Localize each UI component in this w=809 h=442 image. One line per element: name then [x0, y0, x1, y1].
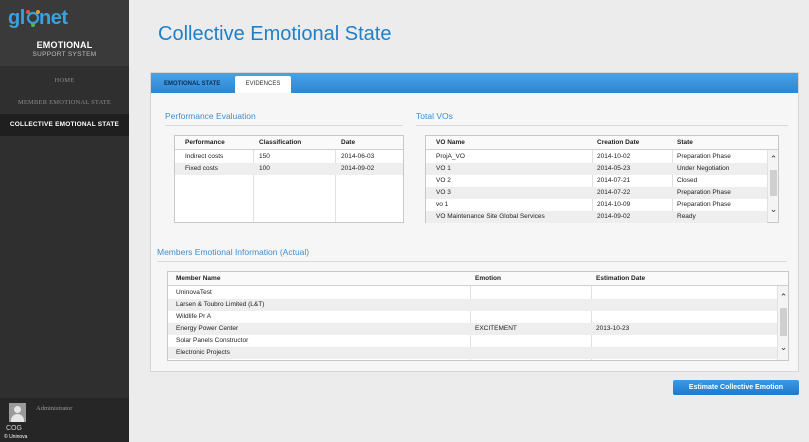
cell-member-name: Larsen & Toubro Limited (L&T) — [176, 301, 265, 308]
cell-date: 2014-06-03 — [341, 153, 375, 160]
column-header-vo-name[interactable]: VO Name — [436, 136, 465, 150]
table-row[interactable]: Indirect costs 150 2014-06-03 — [175, 151, 403, 163]
divider — [157, 261, 787, 262]
column-header-emotion[interactable]: Emotion — [475, 272, 501, 286]
cell-vo-name: VO 1 — [436, 165, 451, 172]
cell-member-name: UninovaTest — [176, 289, 212, 296]
scrollbar-thumb[interactable] — [780, 308, 787, 336]
column-header-performance[interactable]: Performance — [185, 136, 225, 150]
cell-vo-name: ProjA_VO — [436, 153, 465, 160]
svg-text:gl: gl — [8, 7, 25, 29]
chevron-up-icon[interactable]: ⌃ — [778, 294, 789, 303]
table-row[interactable]: ProjA_VO 2014-10-02 Preparation Phase — [426, 151, 767, 163]
vos-table: VO Name Creation Date State ProjA_VO 201… — [425, 135, 779, 223]
cell-creation-date: 2014-05-23 — [597, 165, 631, 172]
sidebar-item-collective-emotional-state[interactable]: COLLECTIVE EMOTIONAL STATE — [0, 114, 129, 136]
table-row[interactable]: Wildlife Pr A — [168, 311, 777, 323]
members-scrollbar[interactable]: ⌃ ⌄ — [777, 286, 788, 360]
column-header-creation-date[interactable]: Creation Date — [597, 136, 639, 150]
cell-performance: Fixed costs — [185, 165, 218, 172]
user-role: COG — [6, 425, 22, 432]
sidebar-item-member-emotional-state[interactable]: MEMBER EMOTIONAL STATE — [0, 92, 129, 114]
table-row[interactable]: Solar Panels Constructor — [168, 335, 777, 347]
chevron-down-icon[interactable]: ⌄ — [778, 344, 789, 353]
cell-vo-name: VO Maintenance Site Global Services — [436, 213, 545, 220]
performance-table: Performance Classification Date Indirect… — [174, 135, 404, 223]
cell-creation-date: 2014-07-21 — [597, 177, 631, 184]
cell-state: Preparation Phase — [677, 153, 731, 160]
cell-emotion: EXCITEMENT — [475, 325, 517, 332]
cell-classification: 100 — [259, 165, 270, 172]
globnet-logo-icon: gl net — [8, 7, 69, 29]
column-header-classification[interactable]: Classification — [259, 136, 301, 150]
user-name[interactable]: Administrator — [36, 405, 72, 412]
cell-estimation-date: 2013-10-23 — [596, 325, 630, 332]
table-header: Performance Classification Date — [175, 136, 403, 150]
sidebar-nav: HOME MEMBER EMOTIONAL STATE COLLECTIVE E… — [0, 70, 129, 136]
table-header: Member Name Emotion Estimation Date — [168, 272, 788, 286]
cell-member-name: Wildlife Pr A — [176, 313, 212, 320]
table-row[interactable]: Larsen & Toubro Limited (L&T) — [168, 299, 777, 311]
user-area: Administrator COG © Uninova — [0, 398, 129, 442]
sidebar-item-home[interactable]: HOME — [0, 70, 129, 92]
members-section-title: Members Emotional Information (Actual) — [157, 247, 310, 257]
app-title: EMOTIONAL — [36, 40, 93, 50]
column-header-member-name[interactable]: Member Name — [176, 272, 220, 286]
cell-state: Under Negotiation — [677, 165, 730, 172]
table-row[interactable]: VO 3 2014-07-22 Preparation Phase — [426, 187, 767, 199]
table-row[interactable]: VO 2 2014-07-21 Closed — [426, 175, 767, 187]
cell-performance: Indirect costs — [185, 153, 224, 160]
cell-member-name: Electronic Projects — [176, 349, 230, 356]
column-header-state[interactable]: State — [677, 136, 693, 150]
cell-classification: 150 — [259, 153, 270, 160]
estimate-collective-emotion-button[interactable]: Estimate Collective Emotion — [673, 380, 799, 395]
sidebar: gl net EMOTIONAL SUPPORT SYSTEM HOME MEM… — [0, 0, 129, 442]
table-row[interactable]: Fixed costs 100 2014-09-02 — [175, 163, 403, 175]
chevron-up-icon[interactable]: ⌃ — [768, 156, 779, 165]
logo-area: gl net EMOTIONAL SUPPORT SYSTEM — [0, 0, 129, 66]
table-row[interactable]: Electronic Projects — [168, 347, 777, 359]
cell-state: Preparation Phase — [677, 201, 731, 208]
scrollbar-thumb[interactable] — [770, 170, 777, 196]
cell-creation-date: 2014-10-09 — [597, 201, 631, 208]
table-row[interactable]: UninovaTest — [168, 287, 777, 299]
chevron-down-icon[interactable]: ⌄ — [768, 206, 779, 215]
cell-date: 2014-09-02 — [341, 165, 375, 172]
vos-section-title: Total VOs — [416, 111, 453, 121]
svg-text:net: net — [39, 7, 68, 29]
table-row[interactable]: VO Maintenance Site Global Services 2014… — [426, 211, 767, 223]
table-header: VO Name Creation Date State — [426, 136, 778, 150]
cell-member-name: Solar Panels Constructor — [176, 337, 249, 344]
page-title: Collective Emotional State — [158, 23, 392, 45]
main-panel: EMOTIONAL STATE EVIDENCES Performance Ev… — [150, 72, 799, 372]
copyright: © Uninova — [4, 434, 28, 440]
column-header-estimation-date[interactable]: Estimation Date — [596, 272, 645, 286]
cell-state: Closed — [677, 177, 698, 184]
table-row[interactable]: Energy Power Center EXCITEMENT 2013-10-2… — [168, 323, 777, 335]
vos-scrollbar[interactable]: ⌃ ⌄ — [767, 150, 778, 222]
cell-state: Ready — [677, 213, 696, 220]
cell-state: Preparation Phase — [677, 189, 731, 196]
column-header-date[interactable]: Date — [341, 136, 355, 150]
cell-member-name: Energy Power Center — [176, 325, 239, 332]
app-logo: gl net — [8, 6, 70, 38]
user-avatar-icon — [9, 403, 26, 422]
cell-vo-name: VO 2 — [436, 177, 451, 184]
divider — [416, 125, 788, 126]
divider — [165, 125, 403, 126]
tab-evidences[interactable]: EVIDENCES — [235, 76, 291, 93]
table-row[interactable]: vo 1 2014-10-09 Preparation Phase — [426, 199, 767, 211]
cell-creation-date: 2014-07-22 — [597, 189, 631, 196]
cell-creation-date: 2014-10-02 — [597, 153, 631, 160]
cell-vo-name: VO 3 — [436, 189, 451, 196]
members-table: Member Name Emotion Estimation Date Unin… — [167, 271, 789, 361]
table-row[interactable]: VO 1 2014-05-23 Under Negotiation — [426, 163, 767, 175]
app-subtitle: SUPPORT SYSTEM — [32, 51, 97, 58]
tab-bar: EMOTIONAL STATE EVIDENCES — [151, 73, 798, 93]
cell-vo-name: vo 1 — [436, 201, 449, 208]
cell-creation-date: 2014-09-02 — [597, 213, 631, 220]
tab-emotional-state[interactable]: EMOTIONAL STATE — [156, 76, 228, 93]
performance-section-title: Performance Evaluation — [165, 111, 256, 121]
